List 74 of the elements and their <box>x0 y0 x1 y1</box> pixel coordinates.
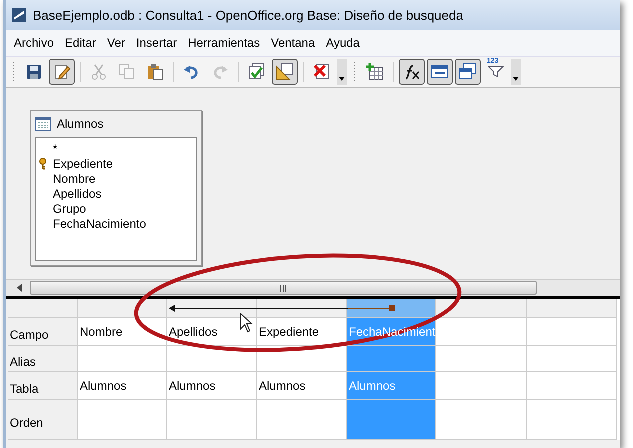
grid-cell[interactable] <box>436 400 527 440</box>
scrollbar-thumb[interactable] <box>30 281 537 295</box>
grid-cell[interactable]: Alumnos <box>78 372 167 400</box>
field-name[interactable]: * <box>53 142 58 156</box>
grip-icon <box>280 284 287 292</box>
field-name[interactable]: Nombre <box>53 172 96 186</box>
table-name-button[interactable] <box>455 59 481 85</box>
horizontal-scrollbar[interactable] <box>6 280 620 296</box>
save-icon <box>25 63 43 81</box>
column-header[interactable] <box>436 299 527 318</box>
field-name[interactable]: Apellidos <box>53 186 102 200</box>
windows-icon <box>459 63 477 81</box>
grid-cell[interactable] <box>527 318 617 346</box>
grid-cell[interactable] <box>167 400 257 440</box>
toolbar-grip-icon <box>12 61 15 83</box>
grid-cell[interactable] <box>167 346 257 372</box>
menu-item[interactable]: Archivo <box>14 36 54 50</box>
redo-icon <box>211 63 229 81</box>
grid-cell[interactable] <box>436 346 527 372</box>
copy-icon <box>118 63 136 81</box>
menu-item[interactable]: Ver <box>107 36 126 50</box>
clipboard-icon <box>146 63 164 81</box>
grid-cell[interactable] <box>436 318 527 346</box>
row-header: Alias <box>8 346 78 372</box>
toolbar-overflow-button[interactable] <box>511 59 521 85</box>
field-name[interactable]: Grupo <box>53 202 86 216</box>
checkmark-document-icon <box>248 63 266 81</box>
caret-down-icon <box>339 77 345 81</box>
edit-button[interactable] <box>49 59 75 85</box>
functions-button[interactable] <box>399 59 425 85</box>
row-header: Orden <box>8 400 78 440</box>
scissors-icon <box>90 63 108 81</box>
field-name[interactable]: FechaNacimiento <box>53 216 146 230</box>
menu-item[interactable]: Ventana <box>271 36 316 50</box>
design-view-button[interactable] <box>272 59 298 85</box>
scroll-left-icon <box>16 284 22 292</box>
grid-cell[interactable]: Alumnos <box>167 372 257 400</box>
column-header[interactable] <box>167 299 257 318</box>
app-icon <box>11 7 27 23</box>
grid-cell[interactable] <box>527 372 617 400</box>
x-mark-icon <box>313 63 331 81</box>
row-header: Tabla <box>8 372 78 400</box>
grid-cell[interactable] <box>347 346 436 372</box>
field-name[interactable]: Expediente <box>53 156 114 170</box>
window-title: BaseEjemplo.odb : Consulta1 - OpenOffice.org Base: Diseño de busqueda <box>33 8 464 22</box>
alias-button[interactable] <box>427 59 453 85</box>
table-window[interactable]: Alumnos * Expediente Nombre Apellidos Grupo FechaNacimiento <box>30 110 202 266</box>
column-header[interactable] <box>257 299 347 318</box>
menu-item[interactable]: Editar <box>65 36 96 50</box>
grid-cell[interactable] <box>78 346 167 372</box>
grid-cell[interactable] <box>527 400 617 440</box>
window-icon <box>431 63 449 81</box>
grid-cell[interactable] <box>436 372 527 400</box>
function-icon <box>403 63 421 81</box>
table-icon <box>35 117 51 131</box>
corner-header-cell <box>8 299 78 318</box>
row-header: Campo <box>8 318 78 346</box>
grid-cell[interactable] <box>527 346 617 372</box>
menu-item[interactable]: Herramientas <box>188 36 260 50</box>
grid-cell[interactable] <box>347 400 436 440</box>
menu-item[interactable]: Insertar <box>136 36 178 50</box>
grid-cell[interactable] <box>78 400 167 440</box>
mouse-pointer-icon <box>240 313 253 333</box>
column-header[interactable] <box>78 299 167 318</box>
pencil-icon <box>53 63 71 81</box>
caret-down-icon <box>513 77 519 81</box>
table-title: Alumnos <box>57 117 104 131</box>
grid-cell[interactable]: Nombre <box>78 318 167 346</box>
filter-icon <box>488 66 504 78</box>
undo-icon <box>183 63 201 81</box>
add-table-icon <box>366 63 384 81</box>
menu-item[interactable]: Ayuda <box>326 36 360 50</box>
toolbar-overflow-button[interactable] <box>337 59 347 85</box>
toolbar-grip-icon <box>353 61 356 83</box>
